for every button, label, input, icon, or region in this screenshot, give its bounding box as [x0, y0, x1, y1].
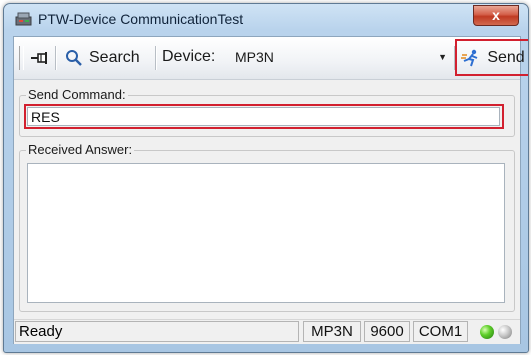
status-baud: 9600 — [364, 321, 410, 342]
status-port: COM1 — [413, 321, 468, 342]
search-icon — [66, 50, 82, 66]
app-device-icon — [15, 12, 32, 26]
search-button-label: Search — [89, 49, 140, 66]
send-runner-icon — [461, 49, 478, 66]
connection-led-icon — [480, 325, 494, 339]
send-button[interactable]: Send — [458, 42, 528, 73]
toolbar: Search Device: MP3N ▼ Send — [14, 37, 528, 80]
device-label: Device: — [162, 48, 216, 65]
client-area: Search Device: MP3N ▼ Send Send Command:… — [13, 36, 528, 344]
toolbar-grip[interactable] — [19, 46, 24, 70]
pin-icon[interactable] — [28, 48, 52, 68]
chevron-down-icon[interactable]: ▼ — [438, 46, 447, 68]
received-answer-textarea[interactable] — [27, 163, 505, 303]
status-bar: Ready MP3N 9600 COM1 — [14, 319, 520, 344]
device-dropdown[interactable]: MP3N ▼ — [232, 46, 451, 68]
toolbar-separator — [55, 46, 57, 70]
activity-led-icon — [498, 325, 512, 339]
status-device: MP3N — [303, 321, 361, 342]
received-answer-legend: Received Answer: — [26, 142, 135, 157]
send-command-legend: Send Command: — [26, 87, 128, 102]
toolbar-separator — [454, 46, 456, 70]
received-answer-group: Received Answer: — [19, 142, 515, 312]
status-text: Ready — [15, 321, 299, 342]
toolbar-separator — [155, 46, 157, 70]
send-button-label: Send — [487, 48, 525, 66]
app-window: PTW-Device CommunicationTest x Search De… — [3, 3, 529, 353]
send-command-input[interactable]: RES — [27, 107, 500, 126]
window-title: PTW-Device CommunicationTest — [38, 11, 244, 27]
device-dropdown-value: MP3N — [235, 49, 274, 65]
title-bar[interactable]: PTW-Device CommunicationTest x — [4, 4, 528, 34]
search-button[interactable]: Search — [59, 45, 146, 71]
send-command-group: Send Command: RES — [19, 87, 515, 137]
close-button[interactable]: x — [473, 5, 519, 26]
